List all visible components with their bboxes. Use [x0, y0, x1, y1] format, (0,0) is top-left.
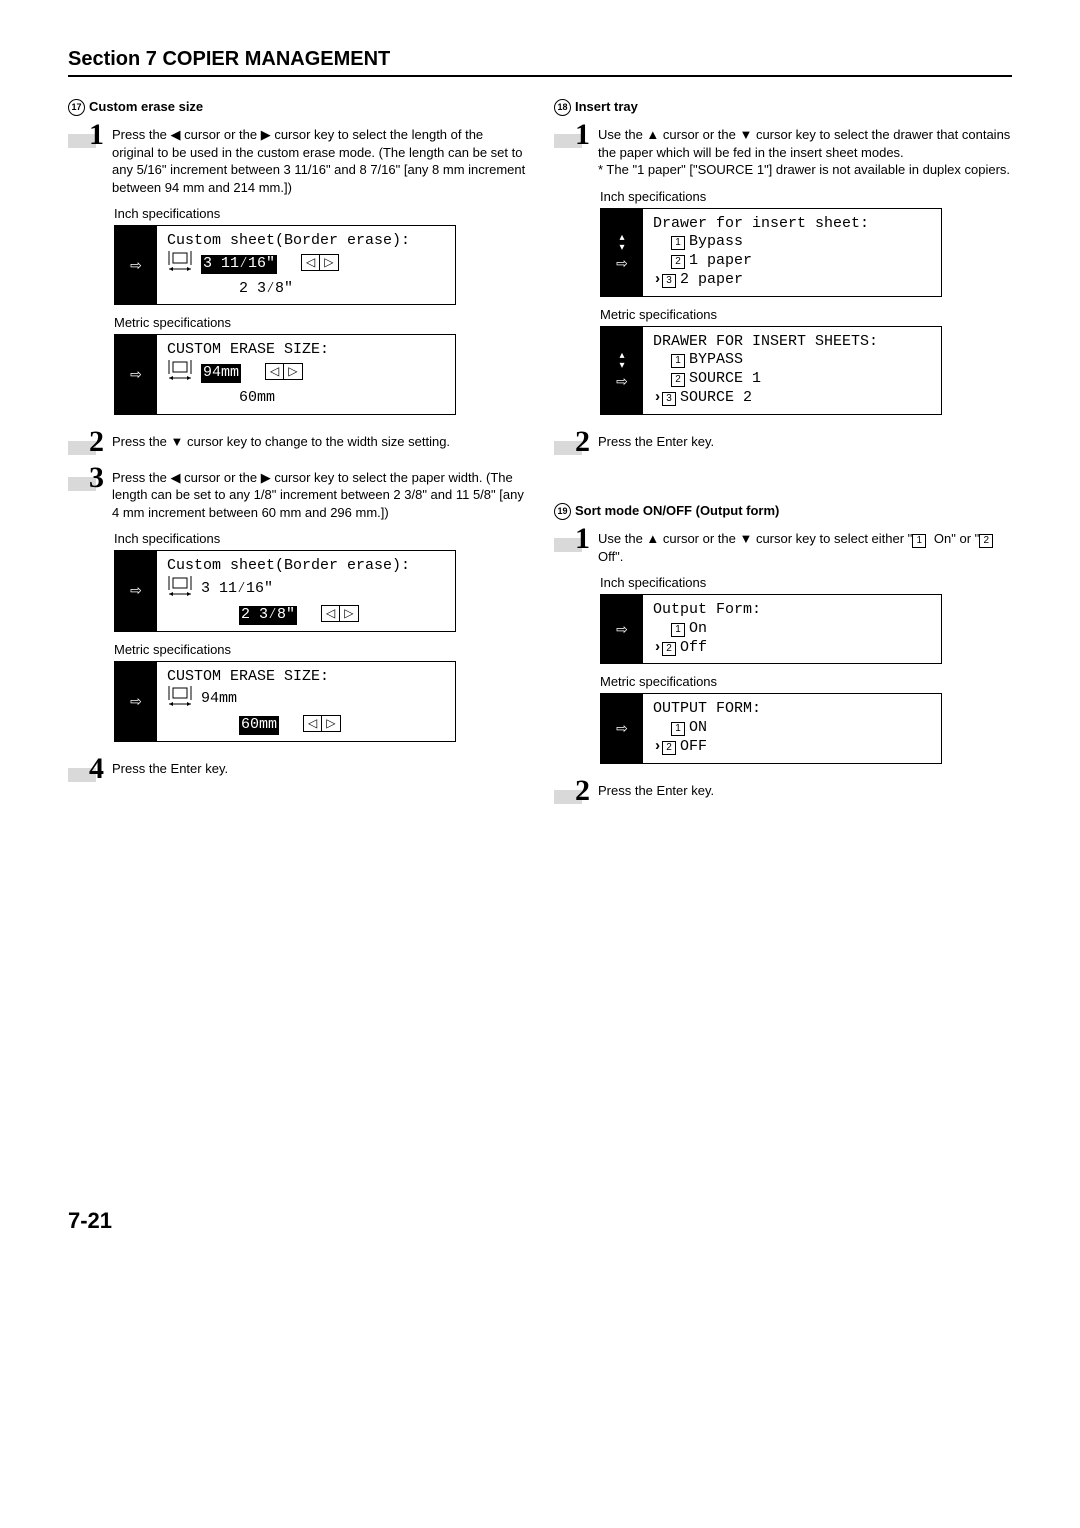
step-3: 3 Press the ◀ cursor or the ▶ cursor key… [68, 467, 526, 522]
step-number-box: 2 [554, 431, 590, 461]
boxed-number-icon: 2 [662, 642, 676, 656]
boxed-number-icon: 3 [662, 274, 676, 288]
step-number-box: 1 [554, 528, 590, 558]
boxed-number-icon: 2 [662, 741, 676, 755]
circled-number-icon: 19 [554, 503, 571, 520]
lcd-body: Custom sheet(Border erase): 3 11⁄16" ◁▷ … [157, 226, 455, 304]
page: Section 7 COPIER MANAGEMENT 17 Custom era… [0, 0, 1080, 1264]
lcd-side-icon: ⇨ [601, 595, 643, 663]
step-a1: 1 Use the ▲ cursor or the ▼ cursor key t… [554, 124, 1012, 179]
lcd-body: Output Form: 1On ›2Off [643, 595, 941, 663]
circled-number-icon: 17 [68, 99, 85, 116]
boxed-number-icon: 2 [671, 373, 685, 387]
boxed-number-icon: 1 [671, 354, 685, 368]
lcd-side-icon: ⇨ [115, 551, 157, 630]
step-text: Use the ▲ cursor or the ▼ cursor key to … [598, 528, 1012, 566]
step-a2: 2 Press the Enter key. [554, 431, 1012, 461]
step-text: Press the Enter key. [598, 431, 714, 451]
step-number-box: 4 [68, 758, 104, 788]
lcd-side-icon: ⇨ [601, 694, 643, 762]
step-number-box: 1 [68, 124, 104, 154]
lcd-body: DRAWER FOR INSERT SHEETS: 1BYPASS 2SOURC… [643, 327, 941, 414]
spec-label-inch: Inch specifications [600, 189, 1012, 204]
left-right-keys-icon: ◁▷ [303, 715, 340, 732]
step-text: Press the ◀ cursor or the ▶ cursor key t… [112, 467, 526, 522]
left-right-keys-icon: ◁▷ [321, 605, 358, 622]
spec-label-inch: Inch specifications [114, 531, 526, 546]
up-down-scroll-icon: ▴▾ [619, 233, 624, 253]
step-text: Press the Enter key. [598, 780, 714, 800]
circled-number-icon: 18 [554, 99, 571, 116]
lcd-custom-erase-metric: ⇨ CUSTOM ERASE SIZE: 94mm ◁▷ 60mm [114, 334, 456, 414]
step-b1: 1 Use the ▲ cursor or the ▼ cursor key t… [554, 528, 1012, 566]
subhead-text: Custom erase size [89, 99, 203, 114]
step-text: Press the Enter key. [112, 758, 228, 778]
subhead-17: 17 Custom erase size [68, 99, 526, 116]
step-b2: 2 Press the Enter key. [554, 780, 1012, 810]
lcd-body: Custom sheet(Border erase): 3 11⁄16" 2 3… [157, 551, 455, 630]
right-column: 18 Insert tray 1 Use the ▲ cursor or the … [554, 99, 1012, 1234]
spec-label-metric: Metric specifications [600, 307, 1012, 322]
lcd-side-icon: ⇨ [115, 662, 157, 741]
step-number-box: 2 [554, 780, 590, 810]
spec-label-metric: Metric specifications [114, 642, 526, 657]
left-right-keys-icon: ◁▷ [265, 363, 302, 380]
boxed-number-icon: 1 [671, 623, 685, 637]
boxed-number-icon: 3 [662, 392, 676, 406]
subhead-text: Sort mode ON/OFF (Output form) [575, 503, 779, 518]
lcd-custom-sheet-inch-2: ⇨ Custom sheet(Border erase): 3 11⁄16" 2… [114, 550, 456, 631]
lcd-output-form-inch: ⇨ Output Form: 1On ›2Off [600, 594, 942, 664]
lcd-side-icon: ⇨ [115, 335, 157, 413]
step-number-box: 3 [68, 467, 104, 497]
page-number: 7-21 [68, 1208, 526, 1234]
lcd-body: OUTPUT FORM: 1ON ›2OFF [643, 694, 941, 762]
step-text: Use the ▲ cursor or the ▼ cursor key to … [598, 124, 1012, 179]
step-number-box: 2 [68, 431, 104, 461]
boxed-number-icon: 2 [671, 255, 685, 269]
spec-label-metric: Metric specifications [114, 315, 526, 330]
spec-label-metric: Metric specifications [600, 674, 1012, 689]
lcd-body: CUSTOM ERASE SIZE: 94mm ◁▷ 60mm [157, 335, 455, 413]
step-note: * The "1 paper" ["SOURCE 1"] drawer is n… [598, 162, 1010, 177]
section-title: Section 7 COPIER MANAGEMENT [68, 48, 390, 70]
left-column: 17 Custom erase size 1 Press the ◀ cursor… [68, 99, 526, 1234]
boxed-number-icon: 2 [979, 534, 993, 548]
step-number-box: 1 [554, 124, 590, 154]
subhead-text: Insert tray [575, 99, 638, 114]
step-text: Press the ◀ cursor or the ▶ cursor key t… [112, 124, 526, 196]
lcd-drawer-insert-metric: ▴▾ ⇨ DRAWER FOR INSERT SHEETS: 1BYPASS 2… [600, 326, 942, 415]
boxed-number-icon: 1 [912, 534, 926, 548]
boxed-number-icon: 1 [671, 236, 685, 250]
lcd-body: CUSTOM ERASE SIZE: 94mm 60mm ◁▷ [157, 662, 455, 741]
lcd-custom-sheet-inch: ⇨ Custom sheet(Border erase): 3 11⁄16" ◁… [114, 225, 456, 305]
boxed-number-icon: 1 [671, 722, 685, 736]
step-2: 2 Press the ▼ cursor key to change to th… [68, 431, 526, 461]
spec-label-inch: Inch specifications [114, 206, 526, 221]
step-1: 1 Press the ◀ cursor or the ▶ cursor key… [68, 124, 526, 196]
content-columns: 17 Custom erase size 1 Press the ◀ cursor… [68, 99, 1012, 1234]
lcd-drawer-insert-inch: ▴▾ ⇨ Drawer for insert sheet: 1Bypass 21… [600, 208, 942, 297]
subhead-18: 18 Insert tray [554, 99, 1012, 116]
lcd-output-form-metric: ⇨ OUTPUT FORM: 1ON ›2OFF [600, 693, 942, 763]
lcd-side-icon: ▴▾ ⇨ [601, 209, 643, 296]
subhead-19: 19 Sort mode ON/OFF (Output form) [554, 503, 1012, 520]
step-4: 4 Press the Enter key. [68, 758, 526, 788]
lcd-body: Drawer for insert sheet: 1Bypass 21 pape… [643, 209, 941, 296]
up-down-scroll-icon: ▴▾ [619, 351, 624, 371]
header: Section 7 COPIER MANAGEMENT [68, 48, 1012, 77]
step-text: Press the ▼ cursor key to change to the … [112, 431, 450, 451]
left-right-keys-icon: ◁▷ [301, 254, 338, 271]
lcd-custom-erase-metric-2: ⇨ CUSTOM ERASE SIZE: 94mm 60mm ◁▷ [114, 661, 456, 742]
spec-label-inch: Inch specifications [600, 575, 1012, 590]
lcd-side-icon: ▴▾ ⇨ [601, 327, 643, 414]
lcd-side-icon: ⇨ [115, 226, 157, 304]
